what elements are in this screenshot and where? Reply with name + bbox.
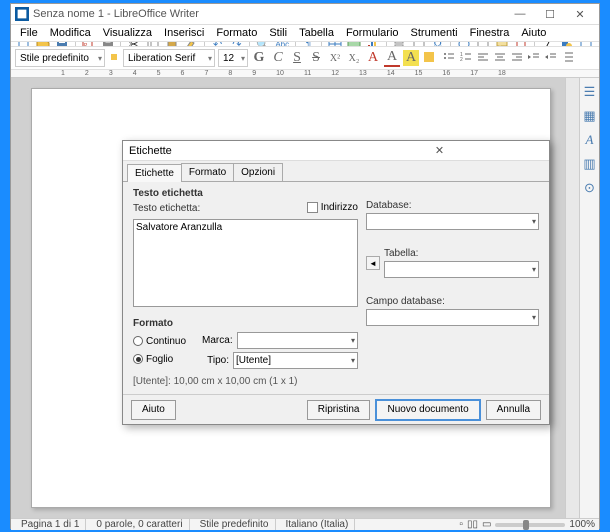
insert-field-button[interactable]: ◄: [366, 256, 380, 270]
indirizzo-checkbox[interactable]: [307, 202, 318, 213]
menu-tabella[interactable]: Tabella: [294, 25, 339, 41]
update-style-icon[interactable]: [108, 51, 120, 66]
indent-dec-button[interactable]: [544, 50, 558, 67]
dialog-footer: Aiuto Ripristina Nuovo documento Annulla: [123, 394, 549, 424]
dialog-title: Etichette: [129, 145, 336, 157]
menu-visualizza[interactable]: Visualizza: [98, 25, 157, 41]
statusbar: Pagina 1 di 1 0 parole, 0 caratteri Stil…: [11, 518, 599, 530]
tabella-label: Tabella:: [384, 248, 539, 259]
database-dropdown[interactable]: [366, 213, 539, 230]
dimensions-text: [Utente]: 10,00 cm x 10,00 cm (1 x 1): [133, 376, 358, 387]
status-words[interactable]: 0 parole, 0 caratteri: [90, 519, 189, 530]
foglio-label: Foglio: [146, 354, 173, 365]
numbering-button[interactable]: 12: [459, 50, 473, 67]
continuo-radio[interactable]: [133, 336, 143, 346]
menu-aiuto[interactable]: Aiuto: [516, 25, 551, 41]
font-size-combo[interactable]: 12: [218, 49, 248, 67]
marca-label: Marca:: [202, 335, 233, 346]
char-bg-button[interactable]: [422, 50, 436, 67]
testo-group-label: Testo etichetta: [133, 188, 358, 199]
svg-text:2: 2: [460, 57, 463, 63]
highlight-button[interactable]: A: [403, 50, 419, 66]
window-title: Senza nome 1 - LibreOffice Writer: [33, 8, 505, 20]
marca-dropdown[interactable]: [237, 332, 358, 349]
menu-formulario[interactable]: Formulario: [341, 25, 404, 41]
dialog-tabs: Etichette Formato Opzioni: [123, 161, 549, 181]
tab-formato[interactable]: Formato: [181, 163, 234, 181]
align-left-button[interactable]: [476, 50, 490, 67]
bullets-button[interactable]: [442, 50, 456, 67]
ruler[interactable]: 123456789101112131415161718: [11, 70, 599, 78]
campo-dropdown[interactable]: [366, 309, 539, 326]
sidebar-gallery-icon[interactable]: ▥: [582, 156, 598, 172]
sidebar-page-icon[interactable]: ▦: [582, 108, 598, 124]
zoom-value: 100%: [569, 519, 595, 530]
view-multi-icon[interactable]: ▯▯: [467, 519, 478, 530]
foglio-radio[interactable]: [133, 354, 143, 364]
testo-etichetta-input[interactable]: [133, 219, 358, 307]
annulla-button[interactable]: Annulla: [486, 400, 541, 420]
menu-strumenti[interactable]: Strumenti: [406, 25, 463, 41]
continuo-label: Continuo: [146, 336, 186, 347]
menu-finestra[interactable]: Finestra: [465, 25, 515, 41]
view-single-icon[interactable]: ▫: [459, 519, 463, 530]
sidebar: ☰ ▦ A ▥ ⊙: [579, 78, 599, 518]
tabella-dropdown[interactable]: [384, 261, 539, 278]
dialog-close-button[interactable]: ✕: [336, 144, 543, 157]
underline-button[interactable]: S: [289, 50, 305, 66]
menu-formato[interactable]: Formato: [211, 25, 262, 41]
clear-fmt-button[interactable]: A: [365, 50, 381, 66]
italic-button[interactable]: C: [270, 50, 286, 66]
tab-etichette[interactable]: Etichette: [127, 164, 182, 182]
testo-label: Testo etichetta:: [133, 203, 200, 214]
sidebar-navigator-icon[interactable]: ⊙: [582, 180, 598, 196]
bold-button[interactable]: G: [251, 50, 267, 66]
maximize-button[interactable]: ☐: [535, 4, 565, 24]
zoom-slider[interactable]: [495, 523, 565, 527]
view-book-icon[interactable]: ▭: [482, 519, 491, 530]
dialog-titlebar: Etichette ✕: [123, 141, 549, 161]
dialog-body: Testo etichetta Testo etichetta: Indiriz…: [123, 181, 549, 394]
minimize-button[interactable]: —: [505, 4, 535, 24]
align-center-button[interactable]: [493, 50, 507, 67]
paragraph-style-combo[interactable]: Stile predefinito: [15, 49, 105, 67]
vertical-scrollbar[interactable]: [565, 78, 579, 518]
status-style[interactable]: Stile predefinito: [194, 519, 276, 530]
strike-button[interactable]: S: [308, 50, 324, 66]
app-icon: [15, 7, 29, 21]
sidebar-styles-icon[interactable]: A: [582, 132, 598, 148]
aiuto-button[interactable]: Aiuto: [131, 400, 176, 420]
campo-label: Campo database:: [366, 296, 539, 307]
font-color-button[interactable]: A: [384, 49, 400, 67]
titlebar: Senza nome 1 - LibreOffice Writer — ☐ ✕: [11, 4, 599, 25]
menu-modifica[interactable]: Modifica: [45, 25, 96, 41]
toolbar-format: Stile predefinito Liberation Serif 12 G …: [11, 47, 599, 70]
indirizzo-label: Indirizzo: [321, 202, 358, 213]
subscript-button[interactable]: X₂: [346, 53, 362, 64]
status-page[interactable]: Pagina 1 di 1: [15, 519, 86, 530]
menubar: File Modifica Visualizza Inserisci Forma…: [11, 25, 599, 42]
menu-stili[interactable]: Stili: [264, 25, 292, 41]
close-button[interactable]: ✕: [565, 4, 595, 24]
menu-file[interactable]: File: [15, 25, 43, 41]
labels-dialog: Etichette ✕ Etichette Formato Opzioni Te…: [122, 140, 550, 425]
tab-opzioni[interactable]: Opzioni: [233, 163, 283, 181]
database-label: Database:: [366, 200, 539, 211]
ripristina-button[interactable]: Ripristina: [307, 400, 371, 420]
tipo-label: Tipo:: [202, 355, 229, 366]
align-right-button[interactable]: [510, 50, 524, 67]
formato-group-label: Formato: [133, 318, 358, 329]
menu-inserisci[interactable]: Inserisci: [159, 25, 209, 41]
line-spacing-button[interactable]: [561, 50, 575, 67]
superscript-button[interactable]: X²: [327, 53, 343, 64]
nuovo-documento-button[interactable]: Nuovo documento: [376, 400, 479, 420]
tipo-dropdown[interactable]: [Utente]: [233, 352, 358, 369]
sidebar-properties-icon[interactable]: ☰: [582, 84, 598, 100]
font-name-combo[interactable]: Liberation Serif: [123, 49, 215, 67]
indent-inc-button[interactable]: [527, 50, 541, 67]
status-lang[interactable]: Italiano (Italia): [280, 519, 356, 530]
